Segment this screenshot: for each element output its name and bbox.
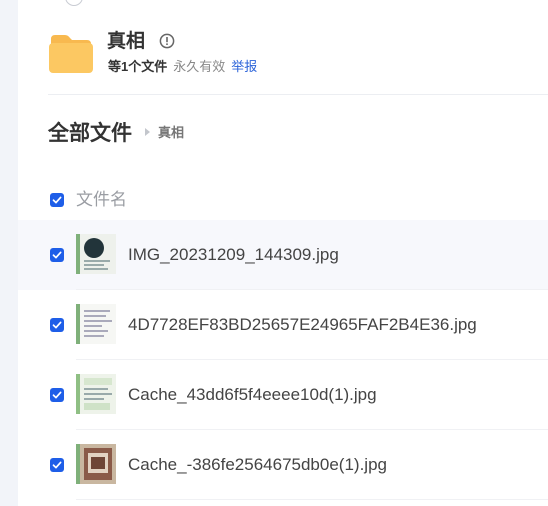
breadcrumb-current: 真相 (158, 125, 185, 140)
breadcrumb-root[interactable]: 全部文件 (48, 120, 132, 148)
file-name[interactable]: IMG_20231209_144309.jpg (128, 244, 339, 266)
file-row[interactable]: Cache_43dd6f5f4eeee10d(1).jpg (18, 360, 548, 430)
file-row[interactable]: IMG_20231209_144309.jpg (18, 220, 548, 290)
left-rail (0, 0, 18, 506)
file-checkbox[interactable] (50, 318, 64, 332)
expiry-text: 永久有效 (173, 59, 226, 74)
image-thumbnail (76, 444, 116, 484)
report-link[interactable]: 举报 (231, 59, 257, 74)
file-name[interactable]: 4D7728EF83BD25657E24965FAF2B4E36.jpg (128, 314, 477, 336)
divider (48, 94, 548, 95)
file-row[interactable]: 4D7728EF83BD25657E24965FAF2B4E36.jpg (18, 290, 548, 360)
select-all-checkbox[interactable] (50, 193, 64, 207)
file-row[interactable]: Cache_-386fe2564675db0e(1).jpg (18, 430, 548, 500)
share-meta: 等1个文件 永久有效 举报 (108, 58, 257, 76)
file-checkbox[interactable] (50, 458, 64, 472)
file-checkbox[interactable] (50, 388, 64, 402)
image-thumbnail (76, 374, 116, 414)
image-thumbnail (76, 304, 116, 344)
breadcrumb-separator-icon (145, 128, 150, 136)
folder-icon (49, 35, 93, 73)
image-thumbnail (76, 234, 116, 274)
file-count: 等1个文件 (108, 59, 168, 74)
row-divider (76, 499, 548, 500)
share-panel: 真相 等1个文件 永久有效 举报 全部文件 真相 文件名 IMG_20231209_… (18, 0, 548, 506)
file-name[interactable]: Cache_43dd6f5f4eeee10d(1).jpg (128, 384, 377, 406)
file-name[interactable]: Cache_-386fe2564675db0e(1).jpg (128, 454, 387, 476)
file-checkbox[interactable] (50, 248, 64, 262)
info-icon[interactable] (159, 33, 175, 49)
radio-icon (65, 0, 83, 6)
share-title: 真相 (107, 31, 146, 52)
column-header-filename[interactable]: 文件名 (76, 189, 127, 211)
